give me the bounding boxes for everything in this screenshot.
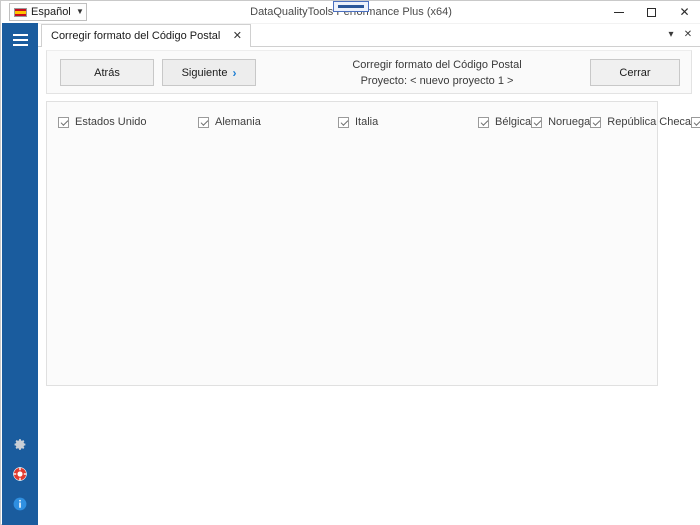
tab-close-all-icon[interactable]: ✕ bbox=[681, 27, 695, 43]
close-window-button[interactable]: ✕ bbox=[668, 1, 700, 23]
minimize-icon bbox=[614, 12, 624, 13]
wizard-title: Corregir formato del Código Postal bbox=[297, 57, 577, 73]
back-button-label: Atrás bbox=[94, 67, 120, 79]
flag-spain-icon bbox=[14, 8, 27, 17]
content-area: Atrás Siguiente › Corregir formato del C… bbox=[38, 47, 700, 525]
hamburger-menu-icon[interactable] bbox=[2, 23, 38, 57]
settings-icon[interactable] bbox=[2, 429, 38, 459]
checkbox-item[interactable]: Rumania bbox=[691, 111, 700, 134]
information-icon bbox=[13, 497, 27, 511]
checkbox-label: Italia bbox=[355, 117, 378, 128]
checkbox-checked-icon[interactable] bbox=[58, 117, 69, 128]
language-selector[interactable]: Español ▼ bbox=[9, 3, 87, 21]
checkbox-label: Noruega bbox=[548, 117, 590, 128]
info-icon[interactable] bbox=[2, 489, 38, 519]
checkbox-item[interactable]: Noruega bbox=[531, 111, 590, 134]
checkbox-checked-icon[interactable] bbox=[338, 117, 349, 128]
checkbox-checked-icon[interactable] bbox=[478, 117, 489, 128]
wizard-header-text: Corregir formato del Código Postal Proye… bbox=[297, 57, 577, 89]
gear-icon bbox=[14, 438, 27, 451]
checkbox-item[interactable]: Bélgica bbox=[478, 111, 531, 134]
help-lifering-icon[interactable] bbox=[2, 459, 38, 489]
tab-close-icon[interactable]: ✕ bbox=[230, 29, 244, 43]
checkbox-label: Bélgica bbox=[495, 117, 531, 128]
window-snap-indicator bbox=[333, 1, 369, 12]
tab-label: Corregir formato del Código Postal bbox=[51, 30, 220, 42]
maximize-icon bbox=[647, 8, 656, 17]
next-button-label: Siguiente bbox=[182, 67, 228, 79]
minimize-button[interactable] bbox=[602, 1, 635, 23]
tab-corregir-formato-codigo-postal[interactable]: Corregir formato del Código Postal ✕ bbox=[41, 24, 251, 47]
checkbox-checked-icon[interactable] bbox=[198, 117, 209, 128]
window-controls: ✕ bbox=[602, 1, 700, 23]
tab-strip: Corregir formato del Código Postal ✕ ▾ ✕ bbox=[38, 23, 700, 47]
country-checkbox-panel: Estados Unido Alemania Italia Bélgica Norueg… bbox=[46, 101, 658, 386]
wizard-toolbar: Atrás Siguiente › Corregir formato del C… bbox=[46, 50, 692, 94]
checkbox-checked-icon[interactable] bbox=[531, 117, 542, 128]
checkbox-checked-icon[interactable] bbox=[590, 117, 601, 128]
country-checkbox-grid: Estados Unido Alemania Italia Bélgica Norueg… bbox=[47, 102, 659, 387]
tab-list-dropdown-icon[interactable]: ▾ bbox=[664, 27, 678, 43]
wizard-project: Proyecto: < nuevo proyecto 1 > bbox=[297, 73, 577, 89]
checkbox-checked-icon[interactable] bbox=[691, 117, 700, 128]
sidebar-bottom-icons bbox=[2, 429, 38, 519]
close-button-label: Cerrar bbox=[619, 67, 650, 79]
close-button[interactable]: Cerrar bbox=[590, 59, 680, 86]
checkbox-item[interactable]: Italia bbox=[338, 111, 478, 134]
chevron-down-icon: ▼ bbox=[74, 8, 86, 16]
checkbox-label: Alemania bbox=[215, 117, 261, 128]
title-bar: DataQualityTools Performance Plus (x64) … bbox=[1, 1, 700, 23]
back-button[interactable]: Atrás bbox=[60, 59, 154, 86]
checkbox-item[interactable]: Alemania bbox=[198, 111, 338, 134]
application-window: DataQualityTools Performance Plus (x64) … bbox=[0, 0, 700, 525]
next-button[interactable]: Siguiente › bbox=[162, 59, 256, 86]
chevron-right-icon: › bbox=[232, 67, 236, 79]
checkbox-item[interactable]: Estados Unido bbox=[58, 111, 198, 134]
checkbox-label: Estados Unido bbox=[75, 117, 147, 128]
maximize-button[interactable] bbox=[635, 1, 668, 23]
left-sidebar bbox=[2, 23, 38, 525]
language-selector-label: Español bbox=[31, 7, 74, 18]
lifering-icon bbox=[13, 467, 27, 481]
checkbox-label: República Checa bbox=[607, 117, 691, 128]
checkbox-item[interactable]: República Checa bbox=[590, 111, 691, 134]
